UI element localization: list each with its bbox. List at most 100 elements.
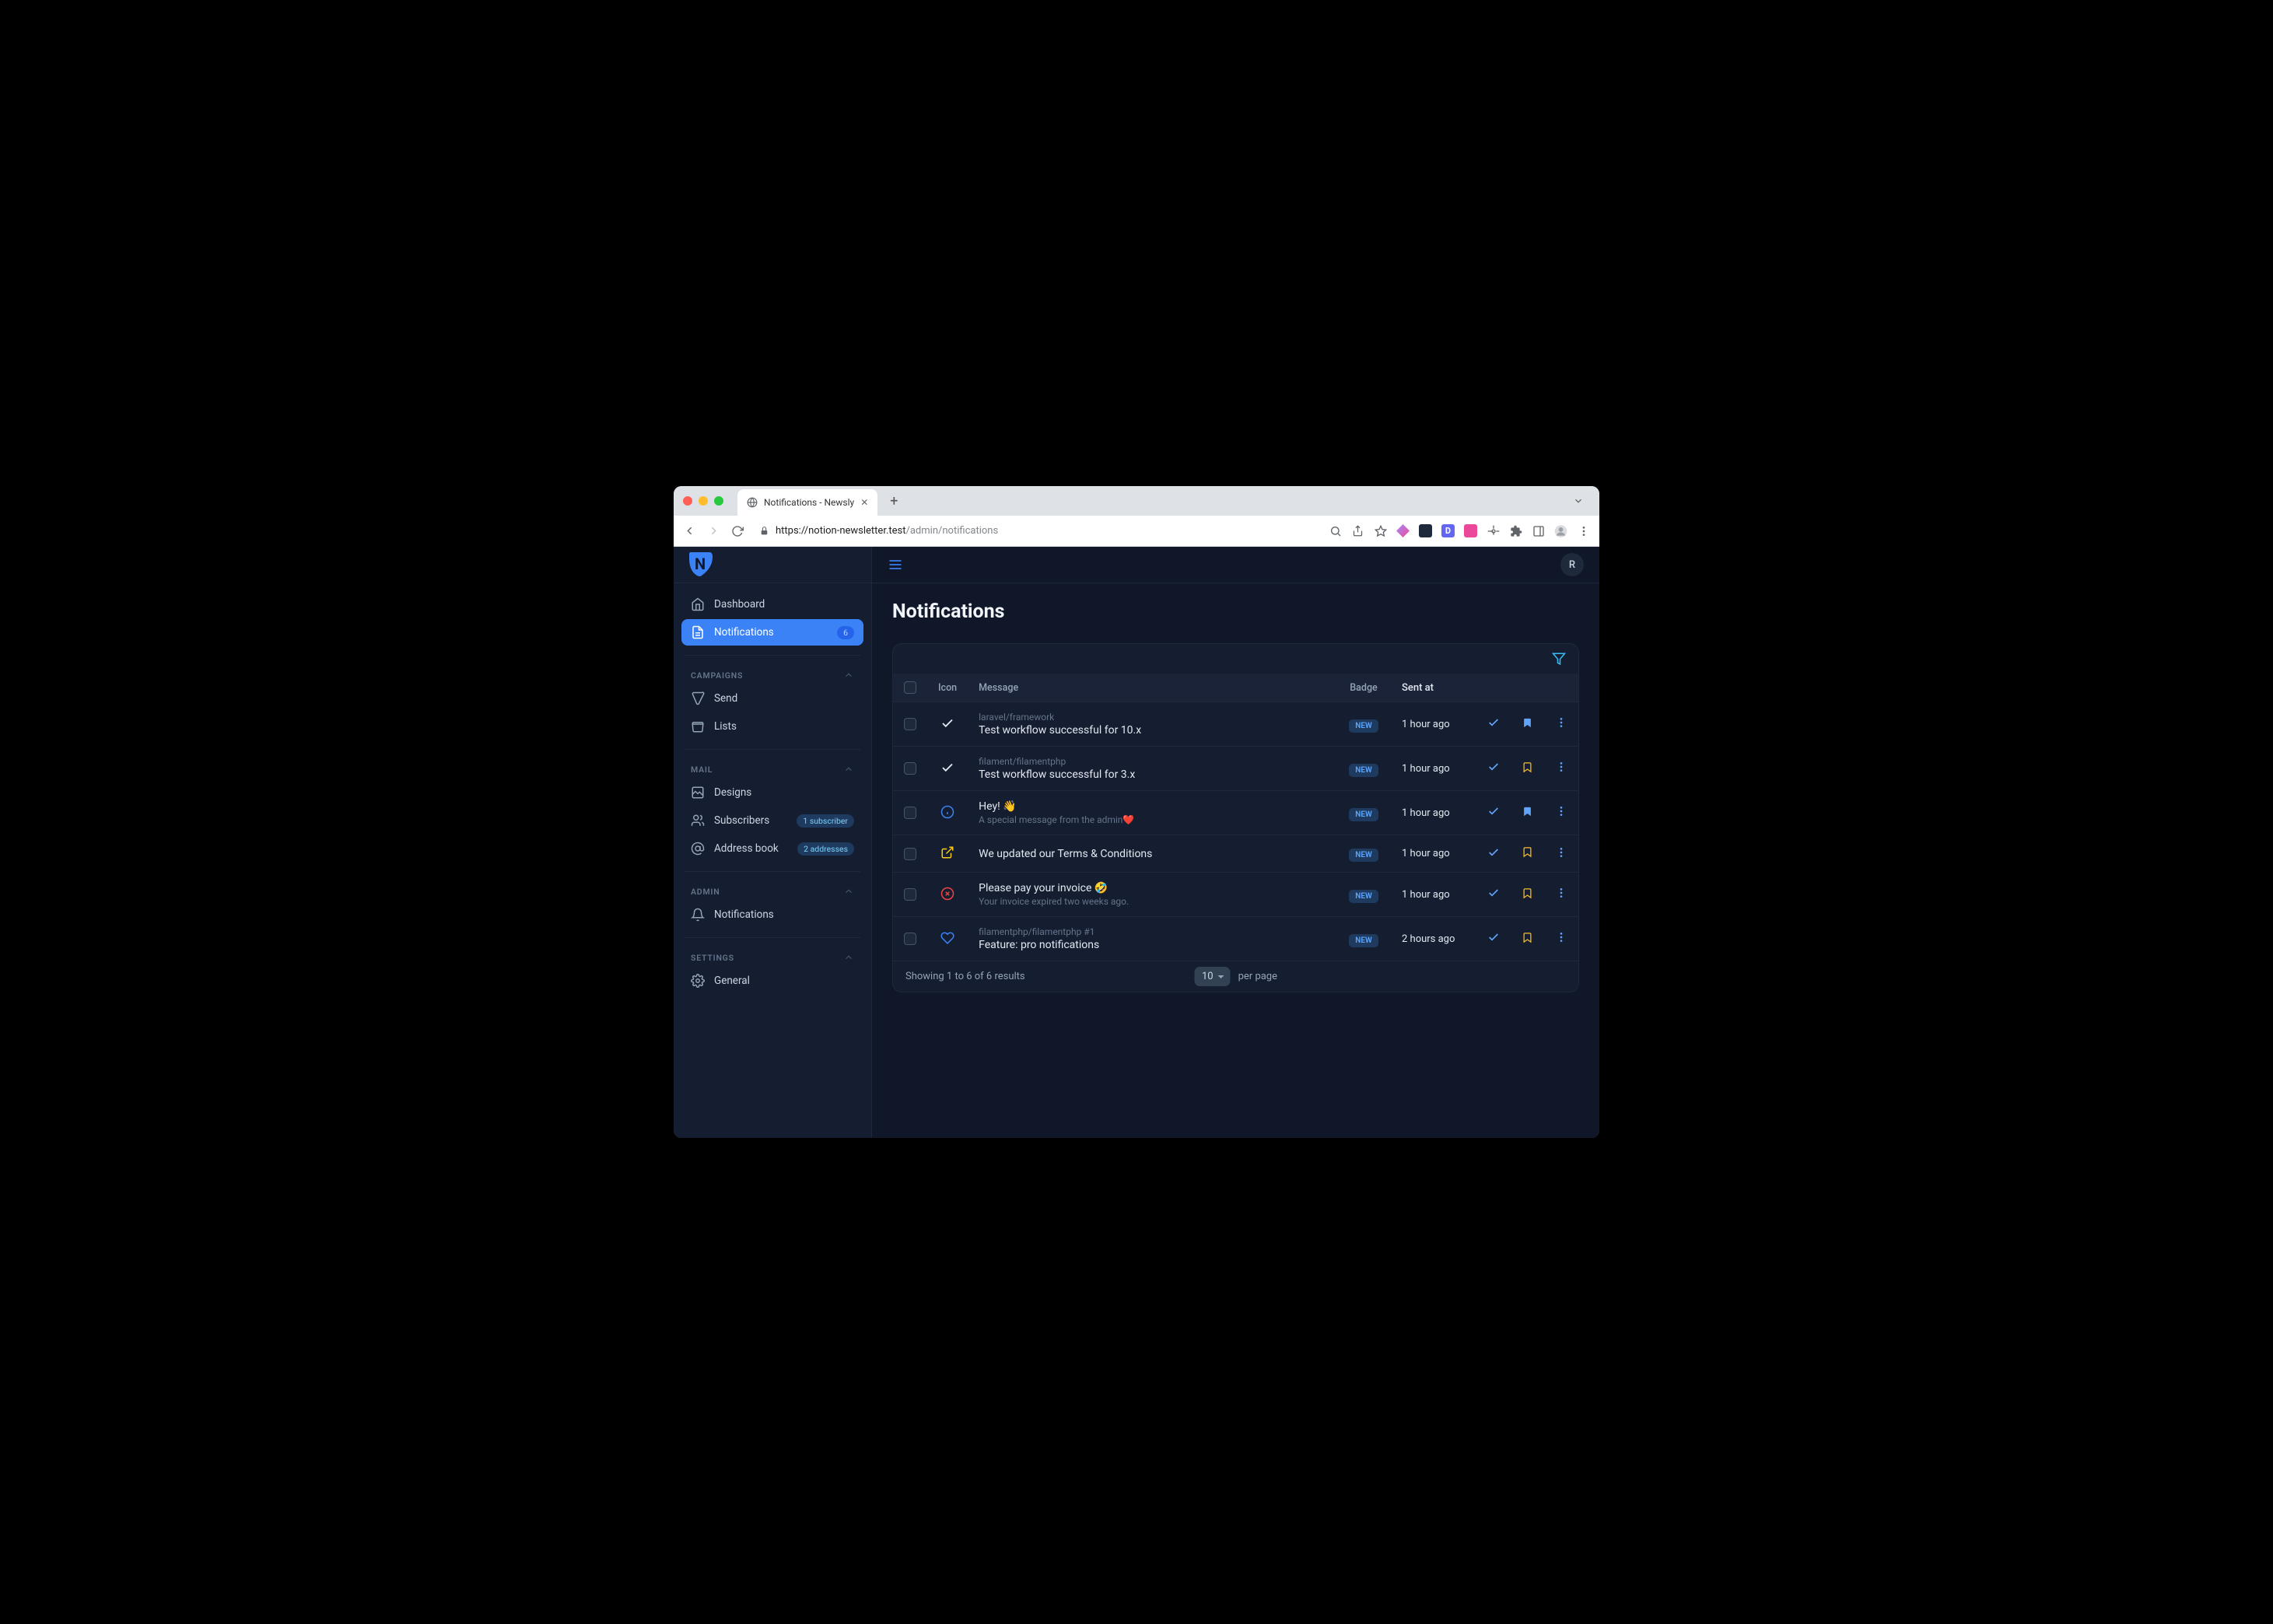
browser-tab[interactable]: Notifications - Newsly ✕ — [737, 489, 877, 516]
sidebar-group-heading[interactable]: SETTINGS — [681, 952, 863, 963]
user-avatar[interactable]: R — [1560, 553, 1584, 576]
extension-icon[interactable] — [1419, 524, 1432, 537]
sidebar-item-send[interactable]: Send — [681, 685, 863, 712]
menu-icon[interactable] — [1577, 524, 1590, 537]
column-header-sent-at: Sent at — [1391, 674, 1476, 702]
browser-window: Notifications - Newsly ✕ + https://notio… — [674, 486, 1599, 1138]
row-checkbox[interactable] — [904, 807, 916, 819]
row-checkbox[interactable] — [904, 933, 916, 945]
svg-text:N: N — [695, 555, 706, 573]
lists-icon — [691, 719, 705, 733]
sent-at: 1 hour ago — [1391, 873, 1476, 917]
row-menu-button[interactable] — [1555, 931, 1567, 943]
filter-button[interactable] — [1552, 652, 1566, 666]
sidebar-item-label: Designs — [714, 786, 751, 799]
mark-read-button[interactable] — [1487, 716, 1500, 729]
bookmark-button[interactable] — [1522, 887, 1533, 899]
column-header-icon: Icon — [927, 674, 968, 702]
mark-read-button[interactable] — [1487, 931, 1500, 943]
row-meta: filamentphp/filamentphp #1 — [979, 926, 1326, 937]
per-page-select[interactable]: 10 — [1194, 967, 1231, 986]
maximize-window-button[interactable] — [714, 496, 723, 506]
sidebar-badge: 2 addresses — [797, 842, 854, 856]
check-icon — [940, 760, 955, 775]
sidebar-item-dashboard[interactable]: Dashboard — [681, 591, 863, 618]
sidebar-group-heading[interactable]: ADMIN — [681, 886, 863, 897]
profile-icon[interactable] — [1554, 524, 1567, 537]
row-title: Hey! 👋 — [979, 800, 1326, 813]
sidebar-group-heading[interactable]: MAIL — [681, 764, 863, 775]
row-menu-button[interactable] — [1555, 805, 1567, 817]
sidebar-item-general[interactable]: General — [681, 968, 863, 994]
close-window-button[interactable] — [683, 496, 692, 506]
tab-overflow-button[interactable] — [1567, 495, 1590, 506]
browser-address-bar: https://notion-newsletter.test/admin/not… — [674, 516, 1599, 547]
row-title: Feature: pro notifications — [979, 939, 1326, 951]
sidebar-item-label: Subscribers — [714, 814, 769, 827]
sent-at: 2 hours ago — [1391, 917, 1476, 961]
table-row: filament/filamentphpTest workflow succes… — [893, 747, 1578, 791]
forward-button[interactable] — [707, 524, 720, 537]
logo[interactable]: N — [674, 547, 871, 583]
mark-read-button[interactable] — [1487, 761, 1500, 773]
browser-tab-bar: Notifications - Newsly ✕ + — [674, 486, 1599, 516]
mark-read-button[interactable] — [1487, 805, 1500, 817]
sidebar-item-designs[interactable]: Designs — [681, 779, 863, 806]
globe-icon — [747, 497, 758, 508]
row-title: We updated our Terms & Conditions — [979, 848, 1326, 860]
main-area: R Notifications Icon — [872, 547, 1599, 1138]
addressbook-icon — [691, 842, 705, 856]
select-all-checkbox[interactable] — [904, 681, 916, 694]
extension-icon[interactable]: D — [1441, 524, 1455, 537]
chevron-up-icon — [843, 886, 854, 897]
back-button[interactable] — [683, 524, 696, 537]
close-tab-icon[interactable]: ✕ — [860, 497, 868, 508]
sidebar-item-notifications[interactable]: Notifications6 — [681, 619, 863, 646]
extensions-icon[interactable] — [1509, 524, 1522, 537]
row-checkbox[interactable] — [904, 762, 916, 775]
row-menu-button[interactable] — [1555, 846, 1567, 859]
panel-icon[interactable] — [1532, 524, 1545, 537]
extension-settings-icon[interactable] — [1487, 524, 1500, 537]
sidebar-item-notifications[interactable]: Notifications — [681, 901, 863, 928]
menu-toggle-button[interactable] — [888, 557, 903, 572]
row-checkbox[interactable] — [904, 848, 916, 860]
extension-icon[interactable] — [1396, 524, 1410, 537]
bookmark-button[interactable] — [1522, 717, 1533, 729]
row-checkbox[interactable] — [904, 888, 916, 901]
chevron-up-icon — [843, 764, 854, 775]
bookmark-button[interactable] — [1522, 806, 1533, 817]
subscribers-icon — [691, 814, 705, 828]
sidebar-item-lists[interactable]: Lists — [681, 713, 863, 740]
status-badge: NEW — [1349, 849, 1378, 862]
share-icon[interactable] — [1351, 524, 1364, 537]
mark-read-button[interactable] — [1487, 846, 1500, 859]
mark-read-button[interactable] — [1487, 887, 1500, 899]
bookmark-button[interactable] — [1522, 932, 1533, 943]
notifications-table-card: Icon Message Badge Sent at laravel/frame… — [892, 643, 1579, 992]
row-subtitle: Your invoice expired two weeks ago. — [979, 896, 1326, 907]
sidebar-badge: 6 — [837, 626, 854, 639]
logo-icon: N — [686, 551, 714, 579]
extension-icon[interactable] — [1464, 524, 1477, 537]
bookmark-button[interactable] — [1522, 761, 1533, 773]
row-menu-button[interactable] — [1555, 761, 1567, 773]
row-subtitle: A special message from the admin❤️ — [979, 814, 1326, 825]
url-field[interactable]: https://notion-newsletter.test/admin/not… — [759, 525, 1318, 537]
page-title: Notifications — [892, 600, 1579, 623]
topbar: R — [872, 547, 1599, 583]
row-menu-button[interactable] — [1555, 887, 1567, 899]
star-icon[interactable] — [1374, 524, 1387, 537]
search-icon[interactable] — [1329, 524, 1342, 537]
row-checkbox[interactable] — [904, 718, 916, 730]
reload-button[interactable] — [731, 525, 744, 537]
sidebar-group-heading[interactable]: CAMPAIGNS — [681, 670, 863, 681]
sidebar-item-address-book[interactable]: Address book2 addresses — [681, 835, 863, 862]
sidebar-item-label: Lists — [714, 720, 737, 733]
row-menu-button[interactable] — [1555, 716, 1567, 729]
sidebar-item-subscribers[interactable]: Subscribers1 subscriber — [681, 807, 863, 834]
minimize-window-button[interactable] — [699, 496, 708, 506]
bookmark-button[interactable] — [1522, 846, 1533, 858]
new-tab-button[interactable]: + — [884, 493, 904, 509]
notifications-table: Icon Message Badge Sent at laravel/frame… — [893, 674, 1578, 961]
